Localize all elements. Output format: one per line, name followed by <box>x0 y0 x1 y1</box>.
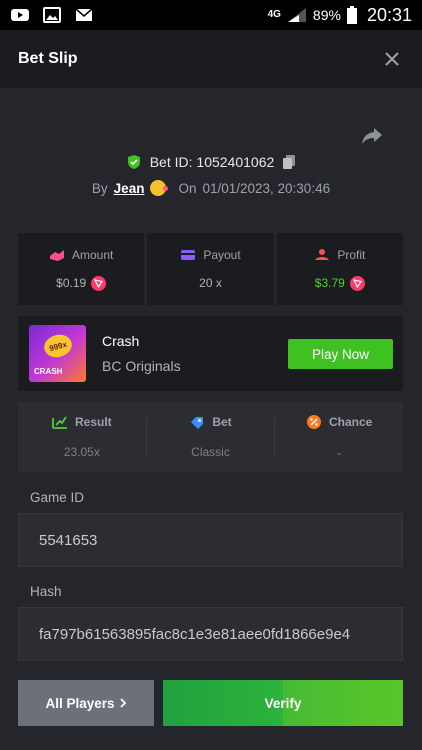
gallery-icon <box>43 7 61 23</box>
game-id-field[interactable]: 5541653 <box>18 513 403 567</box>
verified-shield-icon <box>127 155 140 169</box>
stat-amount: Amount $0.19 <box>18 233 145 305</box>
stat-amount-value: $0.19 <box>56 276 87 290</box>
by-label: By <box>91 180 108 196</box>
bet-icon <box>191 417 204 429</box>
close-icon <box>385 52 399 66</box>
clock: 20:31 <box>366 4 412 25</box>
hash-label: Hash <box>30 584 62 599</box>
result-value: 23.05x <box>63 445 100 459</box>
game-thumbnail[interactable]: 999x CRASH <box>29 325 86 382</box>
play-now-button[interactable]: Play Now <box>288 339 393 369</box>
stat-payout: Payout 20 x <box>147 233 274 305</box>
bet-id-row: Bet ID: 1052401062 <box>0 154 422 170</box>
network-label: 4G <box>267 9 281 20</box>
user-emoji-icon <box>150 180 169 196</box>
thumb-coin: 999x <box>41 331 75 361</box>
copy-icon[interactable] <box>282 154 296 170</box>
chevron-right-icon <box>119 698 126 708</box>
stat-profit-value: $3.79 <box>314 276 345 290</box>
battery-label: 89% <box>312 7 341 23</box>
bet-type-column: Bet Classic <box>147 415 275 459</box>
user-link[interactable]: Jean <box>114 181 145 196</box>
all-players-label: All Players <box>45 695 115 711</box>
bet-result-row: Result 23.05x Bet Classic Chance - <box>18 402 403 472</box>
page-title: Bet Slip <box>18 50 78 67</box>
chance-column: Chance - <box>275 414 403 460</box>
stat-payout-value: 20 x <box>199 276 222 290</box>
close-button[interactable] <box>380 47 404 71</box>
stat-profit-label: Profit <box>337 247 366 262</box>
stat-amount-label: Amount <box>71 247 114 262</box>
bet-meta-row: By Jean On 01/01/2023, 20:30:46 <box>0 180 422 196</box>
signal-icon <box>287 8 306 22</box>
thumb-label: CRASH <box>34 367 63 376</box>
chance-icon <box>307 415 321 429</box>
game-card: 999x CRASH Crash BC Originals Play Now <box>18 316 403 391</box>
mail-icon <box>75 8 93 21</box>
result-icon <box>52 416 67 429</box>
status-bar: 4G 89% 20:31 <box>0 0 422 30</box>
share-button[interactable] <box>360 124 384 148</box>
bet-timestamp: 01/01/2023, 20:30:46 <box>202 180 331 196</box>
bet-id: Bet ID: 1052401062 <box>149 154 275 170</box>
game-id-label: Game ID <box>30 490 85 505</box>
on-label: On <box>178 180 197 196</box>
result-column: Result 23.05x <box>18 415 146 459</box>
verify-label: Verify <box>264 695 302 711</box>
battery-icon <box>346 6 357 24</box>
youtube-icon <box>11 9 29 21</box>
bet-type-value: Classic <box>191 445 230 459</box>
stat-profit: Profit $3.79 <box>276 233 403 305</box>
tron-token-icon <box>91 275 107 291</box>
share-icon <box>362 128 382 144</box>
game-provider: BC Originals <box>102 358 181 374</box>
profit-icon <box>315 248 330 260</box>
bet-slip-screen: 4G 89% 20:31 Bet Slip Bet ID: 1052401062… <box>0 0 422 750</box>
bet-slip-content: Bet ID: 1052401062 By Jean On 01/01/2023… <box>0 88 422 750</box>
verify-button[interactable]: Verify <box>163 680 403 726</box>
chance-value: - <box>337 446 342 460</box>
tron-token-icon <box>349 275 365 291</box>
game-name: Crash <box>102 333 140 349</box>
bet-type-label: Bet <box>212 415 232 429</box>
amount-icon <box>49 249 64 261</box>
bet-stats: Amount $0.19 Payout 20 x Profit $3.79 <box>18 233 403 305</box>
result-label: Result <box>74 415 112 429</box>
hash-field[interactable]: fa797b61563895fac8c1e3e81aee0fd1866e9e4 <box>18 607 403 661</box>
all-players-button[interactable]: All Players <box>18 680 154 726</box>
header: Bet Slip <box>0 30 422 88</box>
stat-payout-label: Payout <box>203 248 241 262</box>
chance-label: Chance <box>329 415 373 429</box>
payout-icon <box>181 250 196 260</box>
